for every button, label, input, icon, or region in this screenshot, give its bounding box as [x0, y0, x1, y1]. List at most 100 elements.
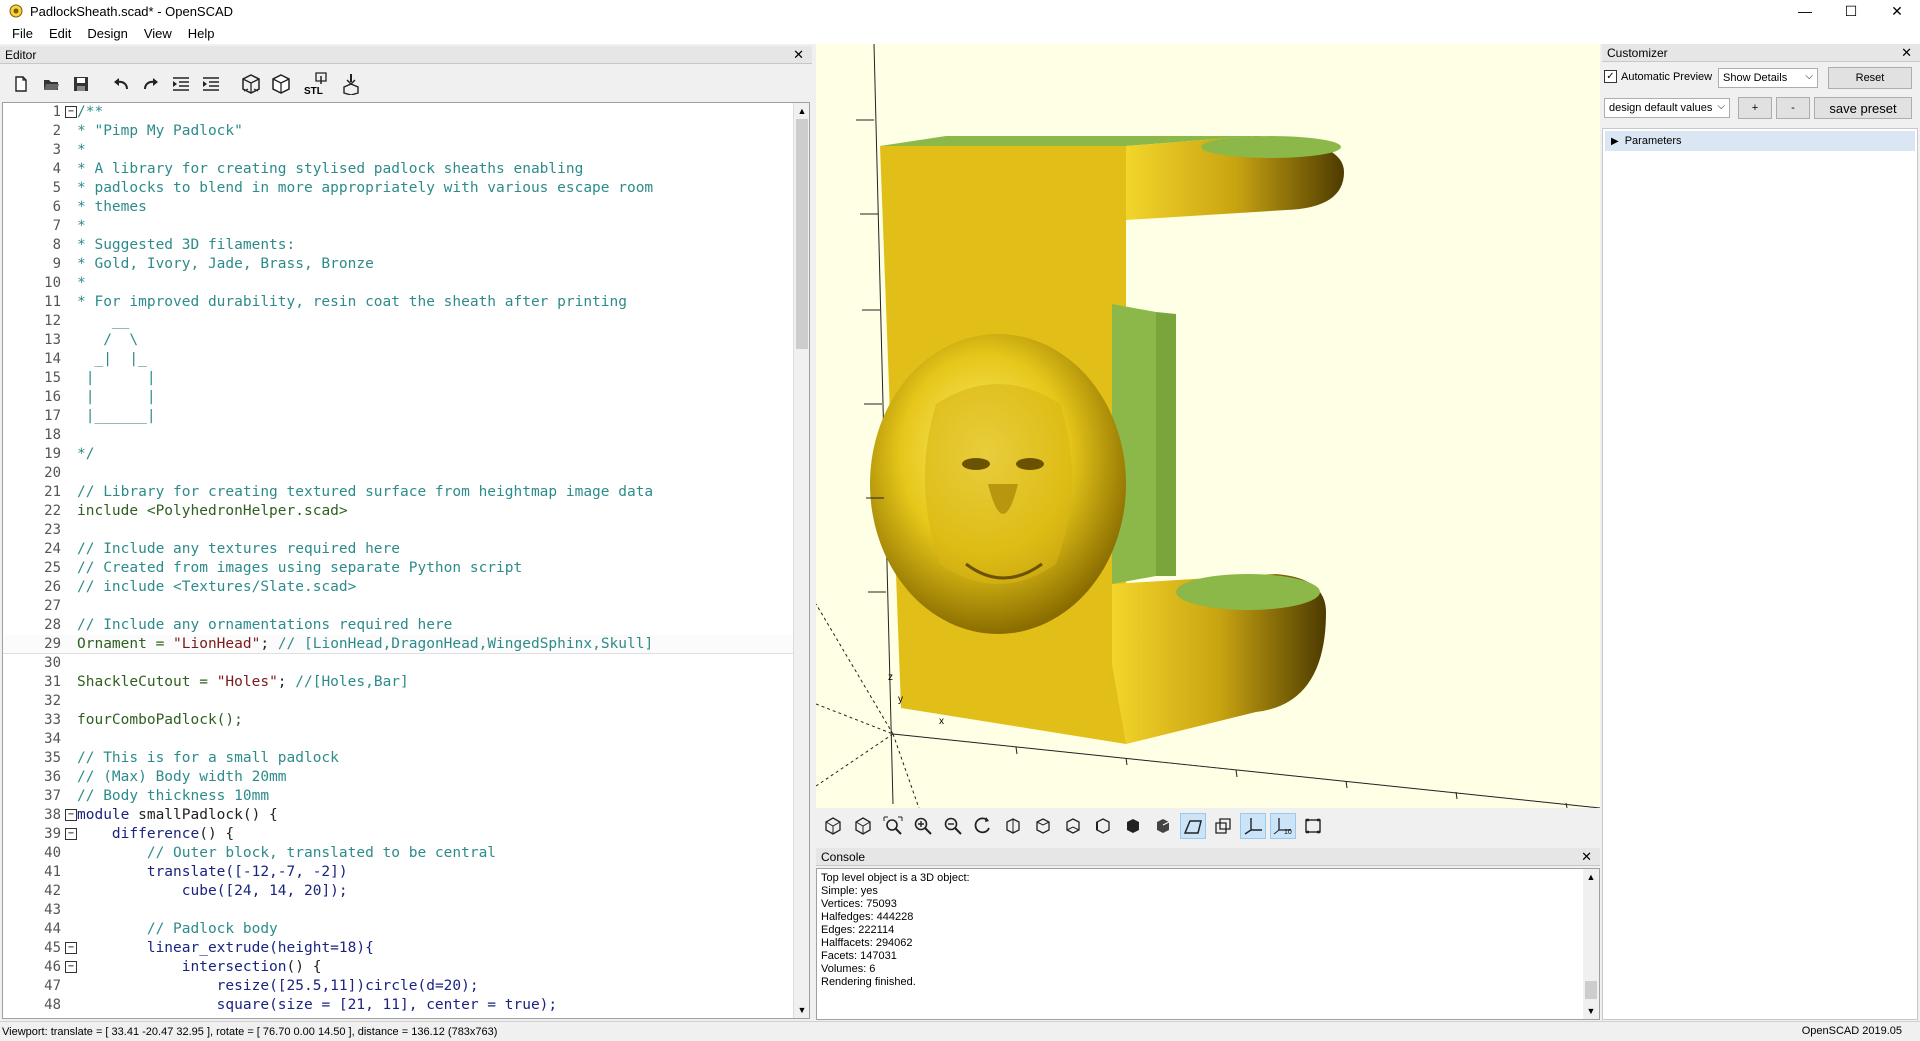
- minimize-button[interactable]: —: [1782, 0, 1828, 22]
- fold-toggle-icon[interactable]: −: [65, 809, 77, 821]
- console-close-button[interactable]: ✕: [1581, 849, 1592, 865]
- print-3d-button[interactable]: [338, 71, 364, 97]
- code-line[interactable]: 44 // Padlock body: [3, 920, 793, 939]
- code-line[interactable]: 34: [3, 730, 793, 749]
- code-line[interactable]: 19 */: [3, 445, 793, 464]
- code-line[interactable]: 2 * "Pimp My Padlock": [3, 122, 793, 141]
- orthogonal-button[interactable]: [1210, 813, 1236, 839]
- code-line[interactable]: 1−/**: [3, 103, 793, 122]
- code-line[interactable]: 48 square(size = [21, 11], center = true…: [3, 996, 793, 1015]
- code-line[interactable]: 13 / \: [3, 331, 793, 350]
- code-line[interactable]: 47 resize([25.5,11])circle(d=20);: [3, 977, 793, 996]
- code-line[interactable]: 15 | |: [3, 369, 793, 388]
- code-line[interactable]: 29 Ornament = "LionHead"; // [LionHead,Dr…: [3, 635, 793, 654]
- code-line[interactable]: 26 // include <Textures/Slate.scad>: [3, 578, 793, 597]
- editor-close-button[interactable]: ✕: [793, 47, 804, 63]
- code-line[interactable]: 14 _| |_: [3, 350, 793, 369]
- code-line[interactable]: 36 // (Max) Body width 20mm: [3, 768, 793, 787]
- menu-edit[interactable]: Edit: [41, 26, 79, 41]
- menu-help[interactable]: Help: [180, 26, 223, 41]
- view-front-button[interactable]: [1120, 813, 1146, 839]
- code-line[interactable]: 32: [3, 692, 793, 711]
- fold-toggle-icon[interactable]: −: [65, 942, 77, 954]
- code-editor[interactable]: 1−/** 2 * "Pimp My Padlock" 3 * 4 * A library …: [2, 102, 810, 1019]
- parameters-group[interactable]: ▶ Parameters: [1605, 131, 1915, 151]
- reset-button[interactable]: Reset: [1828, 67, 1912, 89]
- code-line[interactable]: 31 ShackleCutout = "Holes"; //[Holes,Bar]: [3, 673, 793, 692]
- code-line[interactable]: 30: [3, 654, 793, 673]
- scroll-down-arrow-icon[interactable]: ▼: [794, 1002, 809, 1018]
- fold-toggle-icon[interactable]: −: [65, 106, 77, 118]
- code-line[interactable]: 22 include <PolyhedronHelper.scad>: [3, 502, 793, 521]
- view-top-button[interactable]: [1030, 813, 1056, 839]
- save-preset-button[interactable]: save preset: [1814, 97, 1912, 119]
- fold-toggle-icon[interactable]: −: [65, 961, 77, 973]
- fold-toggle-icon[interactable]: −: [65, 828, 77, 840]
- code-line[interactable]: 8 * Suggested 3D filaments:: [3, 236, 793, 255]
- code-line[interactable]: 4 * A library for creating stylised padlo…: [3, 160, 793, 179]
- console-scrollbar[interactable]: ▲ ▼: [1583, 869, 1599, 1019]
- save-file-button[interactable]: [68, 71, 94, 97]
- code-line[interactable]: 21 // Library for creating textured surfa…: [3, 483, 793, 502]
- zoom-in-button[interactable]: [910, 813, 936, 839]
- preview-button[interactable]: [238, 71, 264, 97]
- code-line[interactable]: 41 translate([-12,-7, -2]): [3, 863, 793, 882]
- maximize-button[interactable]: ☐: [1828, 0, 1874, 22]
- code-line[interactable]: 33 fourComboPadlock();: [3, 711, 793, 730]
- scroll-down-arrow-icon[interactable]: ▼: [1583, 1003, 1599, 1019]
- view-all-button[interactable]: [880, 813, 906, 839]
- menu-file[interactable]: File: [4, 26, 41, 41]
- code-line[interactable]: 43: [3, 901, 793, 920]
- code-line[interactable]: 39− difference() {: [3, 825, 793, 844]
- scroll-up-arrow-icon[interactable]: ▲: [1583, 869, 1599, 885]
- undo-button[interactable]: [108, 71, 134, 97]
- view-left-button[interactable]: [1090, 813, 1116, 839]
- code-line[interactable]: 24 // Include any textures required here: [3, 540, 793, 559]
- view-back-button[interactable]: [1150, 813, 1176, 839]
- code-line[interactable]: 6 * themes: [3, 198, 793, 217]
- code-line[interactable]: 40 // Outer block, translated to be cent…: [3, 844, 793, 863]
- code-line[interactable]: 46− intersection() {: [3, 958, 793, 977]
- view-bottom-button[interactable]: [1060, 813, 1086, 839]
- code-line[interactable]: 38− module smallPadlock() {: [3, 806, 793, 825]
- code-line[interactable]: 7 *: [3, 217, 793, 236]
- zoom-out-button[interactable]: [940, 813, 966, 839]
- close-window-button[interactable]: ✕: [1874, 0, 1920, 22]
- add-preset-button[interactable]: +: [1738, 97, 1772, 119]
- code-line[interactable]: 25 // Created from images using separate …: [3, 559, 793, 578]
- menu-view[interactable]: View: [136, 26, 180, 41]
- show-edges-button[interactable]: [1300, 813, 1326, 839]
- indent-button[interactable]: [198, 71, 224, 97]
- code-line[interactable]: 42 cube([24, 14, 20]);: [3, 882, 793, 901]
- code-line[interactable]: 5 * padlocks to blend in more appropriate…: [3, 179, 793, 198]
- code-line[interactable]: 23: [3, 521, 793, 540]
- code-line[interactable]: 45− linear_extrude(height=18){: [3, 939, 793, 958]
- code-line[interactable]: 37 // Body thickness 10mm: [3, 787, 793, 806]
- editor-scrollbar[interactable]: ▲ ▼: [793, 103, 809, 1018]
- code-line[interactable]: 12 __: [3, 312, 793, 331]
- open-file-button[interactable]: [38, 71, 64, 97]
- console-output[interactable]: Top level object is a 3D object: Simple:…: [816, 868, 1600, 1020]
- view-right-button[interactable]: [1000, 813, 1026, 839]
- show-axes-button[interactable]: [1240, 813, 1266, 839]
- code-line[interactable]: 9 * Gold, Ivory, Jade, Brass, Bronze: [3, 255, 793, 274]
- code-line[interactable]: 18: [3, 426, 793, 445]
- console-scrollbar-thumb[interactable]: [1585, 981, 1597, 999]
- code-line[interactable]: 27: [3, 597, 793, 616]
- vp-preview-button[interactable]: [820, 813, 846, 839]
- preset-select[interactable]: design default values ⌵: [1604, 98, 1730, 118]
- reset-view-button[interactable]: [970, 813, 996, 839]
- details-select[interactable]: Show Details ⌵: [1718, 68, 1818, 88]
- render-button[interactable]: [268, 71, 294, 97]
- show-scale-button[interactable]: 10: [1270, 813, 1296, 839]
- editor-scrollbar-thumb[interactable]: [796, 119, 808, 349]
- code-line[interactable]: 11 * For improved durability, resin coat …: [3, 293, 793, 312]
- new-file-button[interactable]: [8, 71, 34, 97]
- remove-preset-button[interactable]: -: [1776, 97, 1810, 119]
- code-line[interactable]: 20: [3, 464, 793, 483]
- unindent-button[interactable]: [168, 71, 194, 97]
- code-line[interactable]: 10 *: [3, 274, 793, 293]
- customizer-close-button[interactable]: ✕: [1901, 45, 1912, 61]
- 3d-model-render[interactable]: [816, 44, 1600, 808]
- code-line[interactable]: 3 *: [3, 141, 793, 160]
